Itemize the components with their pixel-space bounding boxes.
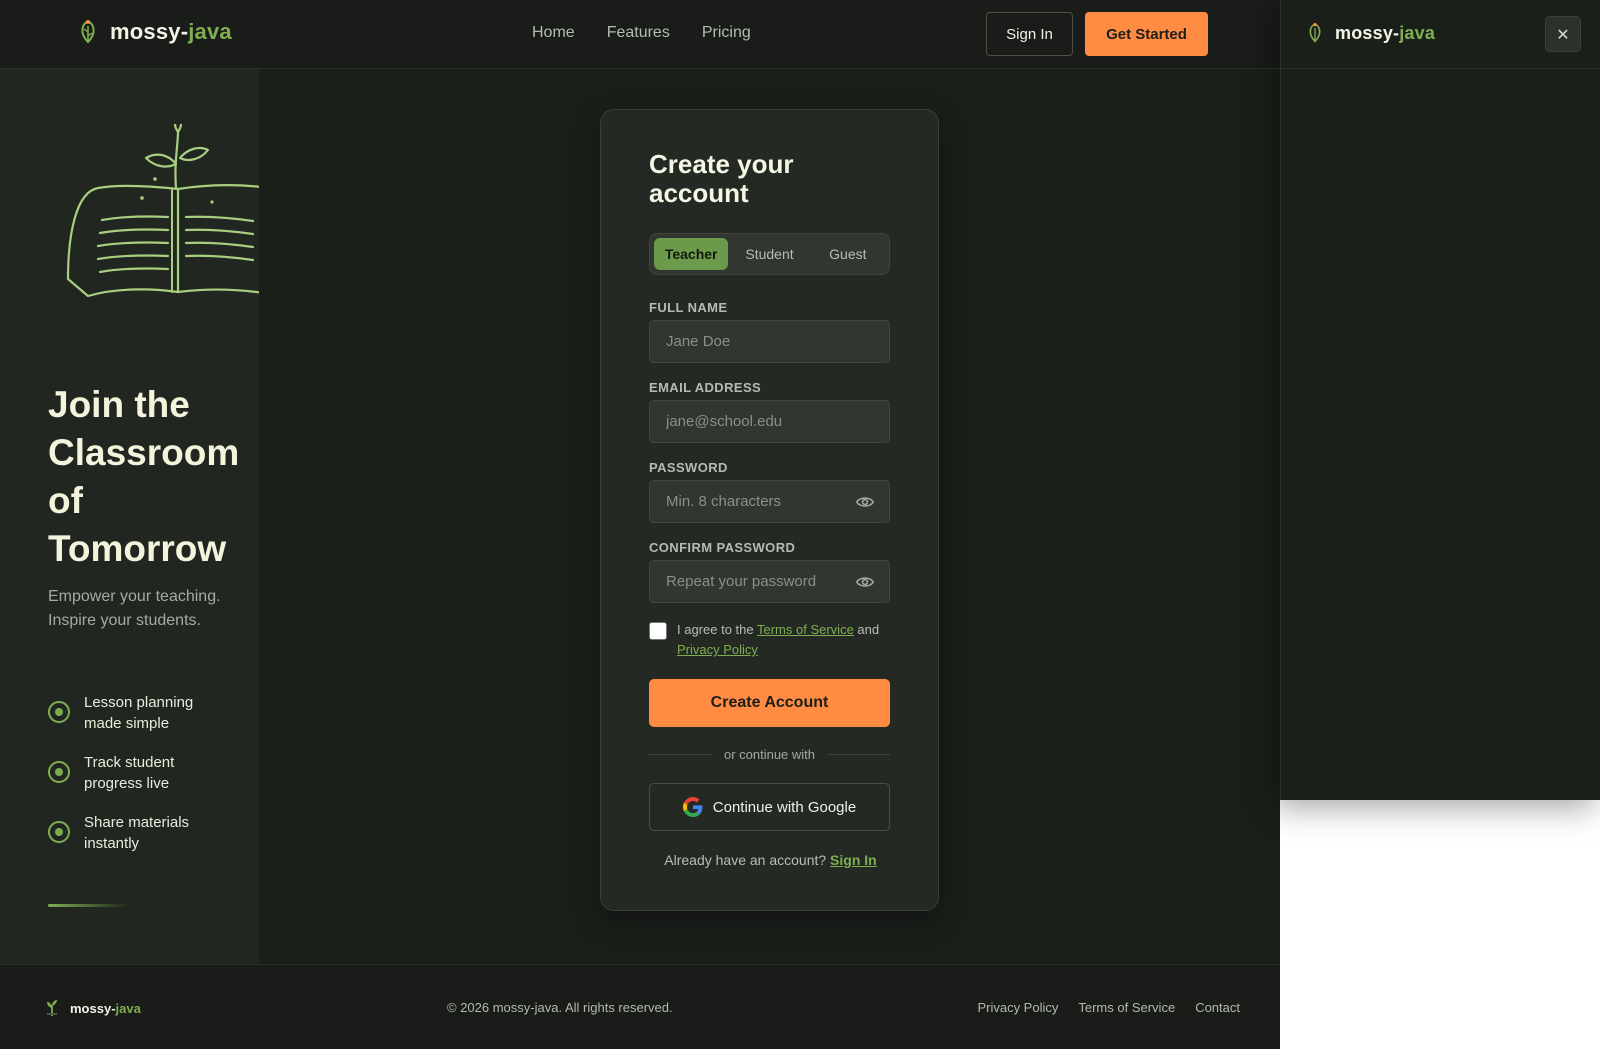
create-account-button[interactable]: Create Account bbox=[649, 679, 890, 727]
email-input[interactable] bbox=[650, 401, 889, 442]
drawer-brand[interactable]: mossy-java bbox=[1305, 21, 1435, 45]
signin-prompt: Already have an account? Sign In bbox=[664, 852, 877, 868]
feature-item: Share materials instantly bbox=[48, 812, 224, 854]
eye-icon[interactable] bbox=[855, 493, 875, 511]
password-wrapper bbox=[649, 480, 890, 523]
confirm-password-wrapper bbox=[649, 560, 890, 603]
site-header: mossy-java Home Features Pricing Sign In… bbox=[0, 0, 1280, 69]
full-name-label: FULL NAME bbox=[649, 300, 728, 315]
or-divider: or continue with bbox=[649, 747, 890, 762]
target-dot-icon bbox=[48, 701, 70, 723]
nav-home[interactable]: Home bbox=[532, 24, 575, 42]
footer-brand[interactable]: mossy-java bbox=[44, 999, 141, 1017]
form-title: Create your account bbox=[649, 149, 794, 208]
close-icon[interactable]: ✕ bbox=[1545, 16, 1581, 52]
email-label: EMAIL ADDRESS bbox=[649, 380, 762, 395]
leaf-icon bbox=[1309, 22, 1321, 43]
hero-panel: Join the Classroom of Tomorrow Empower y… bbox=[0, 69, 259, 964]
terms-link[interactable]: Terms of Service bbox=[757, 622, 854, 637]
feature-item: Track student progress live bbox=[48, 752, 224, 794]
site-footer: mossy-java © 2026 mossy-java. All rights… bbox=[0, 964, 1280, 1049]
feature-text: Track student progress live bbox=[84, 754, 175, 792]
get-started-button[interactable]: Get Started bbox=[1085, 12, 1208, 56]
mobile-nav-drawer: mossy-java ✕ bbox=[1280, 0, 1600, 800]
password-label: PASSWORD bbox=[649, 460, 728, 475]
footer-links: Privacy Policy Terms of Service Contact bbox=[977, 1000, 1240, 1015]
full-name-input[interactable] bbox=[650, 321, 889, 362]
accent-divider bbox=[48, 904, 128, 907]
terms-agreement: I agree to the Terms of Service and Priv… bbox=[649, 620, 892, 660]
footer-terms-link[interactable]: Terms of Service bbox=[1078, 1000, 1175, 1015]
confirm-password-label: CONFIRM PASSWORD bbox=[649, 540, 796, 555]
role-selector: Teacher Student Guest bbox=[649, 233, 890, 275]
password-input[interactable] bbox=[650, 481, 889, 522]
google-icon bbox=[682, 797, 703, 817]
confirm-password-input[interactable] bbox=[650, 561, 889, 602]
signin-link[interactable]: Sign In bbox=[830, 852, 877, 868]
target-dot-icon bbox=[48, 761, 70, 783]
email-wrapper bbox=[649, 400, 890, 443]
nav-pricing[interactable]: Pricing bbox=[702, 24, 751, 42]
role-tab-teacher[interactable]: Teacher bbox=[654, 238, 729, 270]
privacy-link[interactable]: Privacy Policy bbox=[677, 642, 758, 657]
google-signin-button[interactable]: Continue with Google bbox=[649, 783, 890, 831]
leaf-icon bbox=[81, 19, 95, 44]
book-sprout-illustration bbox=[66, 124, 259, 298]
feature-text: Share materials instantly bbox=[84, 814, 190, 852]
eye-icon[interactable] bbox=[855, 573, 875, 591]
hero-subtitle: Empower your teaching. Inspire your stud… bbox=[48, 588, 221, 629]
header-sign-in-button[interactable]: Sign In bbox=[986, 12, 1073, 56]
terms-checkbox[interactable] bbox=[649, 622, 667, 640]
google-button-label: Continue with Google bbox=[712, 798, 857, 816]
brand-logo[interactable]: mossy-java bbox=[76, 18, 232, 46]
sprout-icon bbox=[47, 1000, 57, 1016]
signup-page: mossy-java Home Features Pricing Sign In… bbox=[0, 0, 1280, 1049]
brand-name: mossy-java bbox=[110, 19, 232, 44]
feature-item: Lesson planning made simple bbox=[48, 692, 224, 734]
hero-title: Join the Classroom of Tomorrow bbox=[48, 384, 240, 569]
target-dot-icon bbox=[48, 821, 70, 843]
terms-text: I agree to the Terms of Service and Priv… bbox=[677, 622, 880, 657]
full-name-wrapper bbox=[649, 320, 890, 363]
footer-contact-link[interactable]: Contact bbox=[1195, 1000, 1240, 1015]
drawer-header: mossy-java ✕ bbox=[1281, 0, 1600, 69]
main-nav: Home Features Pricing bbox=[532, 24, 751, 42]
role-tab-student[interactable]: Student bbox=[732, 238, 806, 270]
divider-text: or continue with bbox=[723, 747, 816, 762]
footer-privacy-link[interactable]: Privacy Policy bbox=[977, 1000, 1058, 1015]
role-tab-guest[interactable]: Guest bbox=[811, 238, 885, 270]
nav-features[interactable]: Features bbox=[607, 24, 670, 42]
drawer-brand-name: mossy-java bbox=[1335, 22, 1436, 43]
signup-card: Create your account Teacher Student Gues… bbox=[600, 109, 939, 911]
feature-text: Lesson planning made simple bbox=[84, 694, 194, 732]
feature-list: Lesson planning made simple Track studen… bbox=[48, 692, 224, 872]
copyright-text: © 2026 mossy-java. All rights reserved. bbox=[447, 1000, 673, 1015]
